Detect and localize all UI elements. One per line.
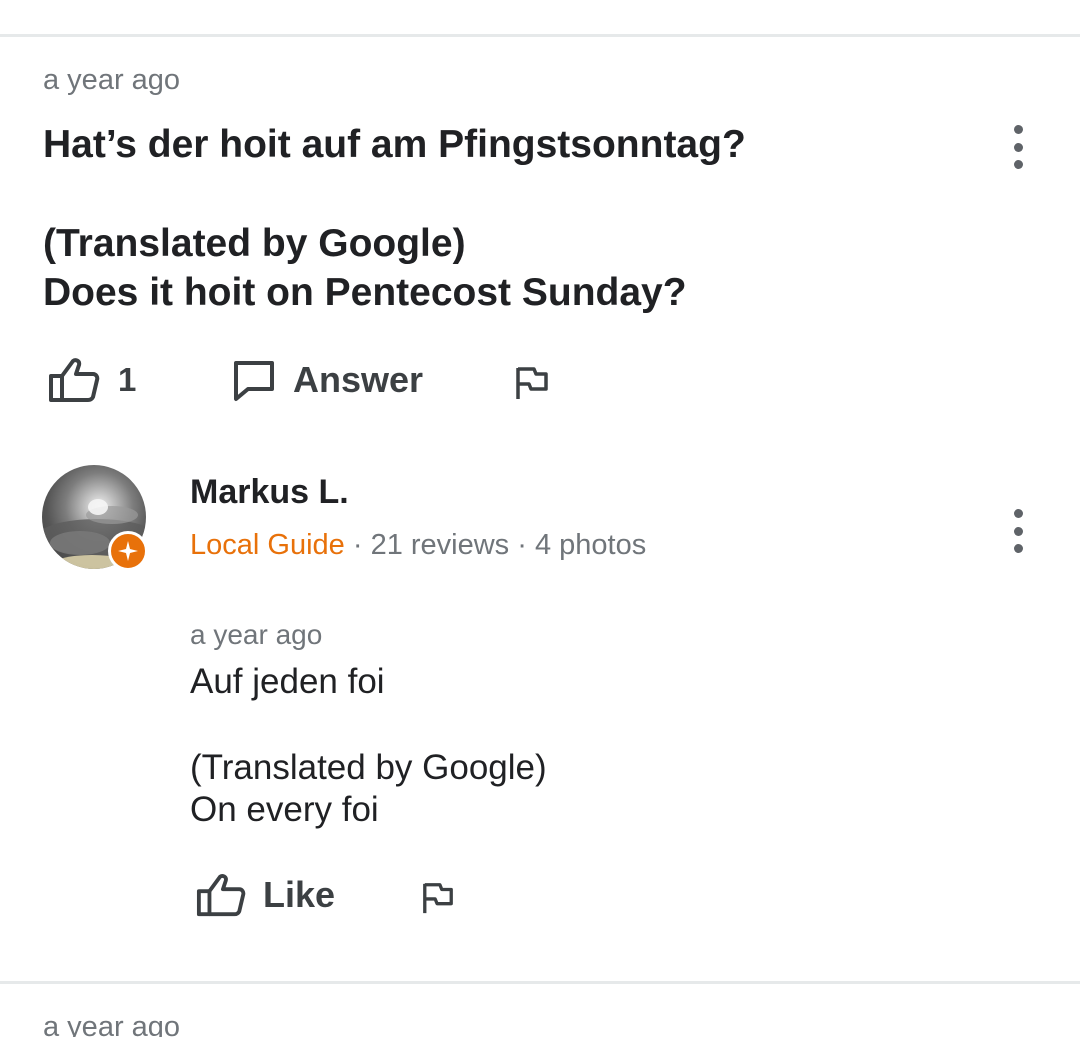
answer-time: a year ago [190,619,323,650]
like-label: Like [263,874,336,915]
author-meta: Local Guide · 21 reviews · 4 photos [190,529,646,562]
qa-page: a year ago Hat’s der hoit auf am Pfingst… [0,0,1080,1037]
question-report-button[interactable] [514,365,550,406]
author-avatar-container[interactable] [42,465,152,575]
question-more-button[interactable] [998,125,1038,169]
question-translated-text: Does it hoit on Pentecost Sunday? [43,271,687,314]
local-guide-label: Local Guide [190,529,345,561]
comment-icon [234,361,274,401]
more-dot-icon [1013,544,1023,553]
like-count: 1 [118,361,137,398]
author-name[interactable]: Markus L. [190,473,349,512]
answer-button[interactable]: Answer [232,358,423,402]
bottom-divider [0,981,1080,984]
answer-more-button[interactable] [998,509,1038,553]
answer-button-label: Answer [293,359,424,400]
question-like-button[interactable]: 1 [48,357,136,403]
answer-like-button[interactable]: Like [196,872,335,918]
answer-translated-label: (Translated by Google) [190,748,547,787]
photos-count: 4 photos [534,529,647,561]
meta-separator: · [344,529,371,561]
question-time: a year ago [43,64,181,96]
question-text: Hat’s der hoit auf am Pfingstsonntag? [43,123,746,166]
meta-separator: · [509,529,535,561]
answer-report-button[interactable] [421,881,455,920]
more-dot-icon [1013,142,1023,152]
question-translated-label: (Translated by Google) [43,222,466,265]
answer-translated-text: On every foi [190,790,379,829]
local-guide-badge [108,531,148,571]
reviews-count: 21 reviews [370,529,510,561]
more-dot-icon [1013,125,1023,134]
flag-icon [423,883,453,914]
more-dot-icon [1013,160,1023,169]
thumb-up-icon [49,358,100,402]
answer-text: Auf jeden foi [190,662,385,701]
top-divider [0,34,1080,37]
more-dot-icon [1013,509,1023,518]
local-guide-star-icon [118,541,138,561]
thumb-up-icon [196,874,246,917]
flag-icon [516,367,548,399]
more-dot-icon [1013,526,1023,536]
next-question-time: a year ago [43,1011,181,1037]
